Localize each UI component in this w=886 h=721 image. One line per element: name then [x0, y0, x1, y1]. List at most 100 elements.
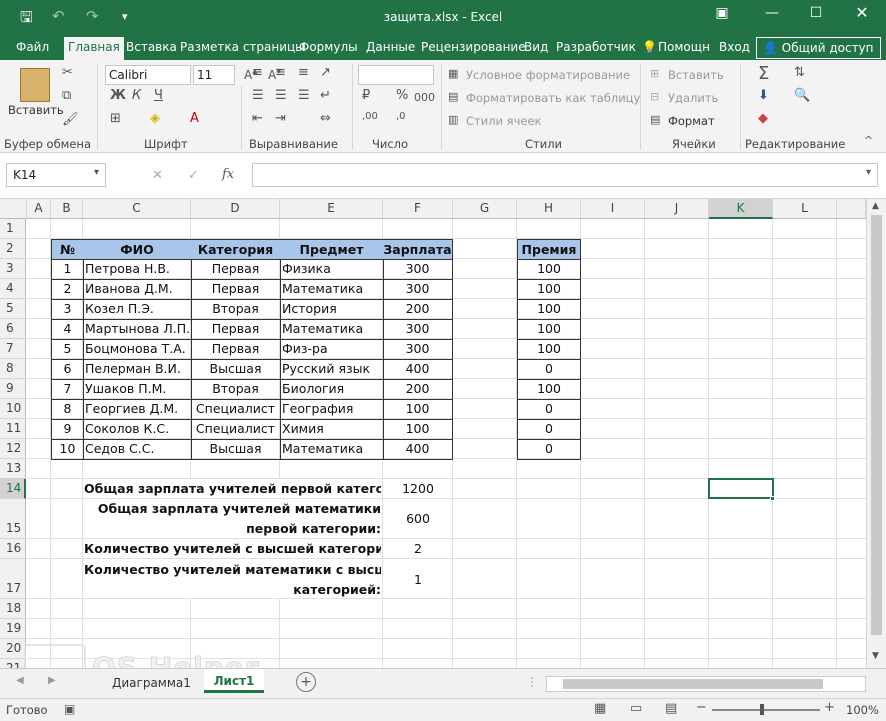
- table-cell[interactable]: 200: [383, 379, 453, 400]
- expand-formula-icon[interactable]: ▾: [866, 167, 871, 178]
- table-cell[interactable]: Георгиев Д.М.: [83, 399, 192, 420]
- row-header[interactable]: 9: [0, 379, 26, 399]
- increase-decimal-icon[interactable]: ,00: [362, 111, 378, 122]
- table-cell[interactable]: Физ-ра: [280, 339, 384, 360]
- row-header[interactable]: 8: [0, 359, 26, 379]
- row-header[interactable]: 12: [0, 439, 26, 459]
- premium-cell[interactable]: 100: [517, 259, 581, 280]
- premium-cell[interactable]: 100: [517, 279, 581, 300]
- table-cell[interactable]: Специалист: [191, 419, 281, 440]
- tab-formulas[interactable]: Формулы: [299, 40, 358, 54]
- tab-data[interactable]: Данные: [366, 40, 415, 54]
- decrease-indent-icon[interactable]: ⇤: [252, 111, 263, 126]
- tab-file[interactable]: Файл: [16, 40, 49, 54]
- column-header[interactable]: F: [383, 199, 453, 219]
- table-cell[interactable]: Математика: [280, 279, 384, 300]
- page-layout-view-icon[interactable]: ▭: [630, 701, 642, 716]
- premium-cell[interactable]: 100: [517, 299, 581, 320]
- table-cell[interactable]: Химия: [280, 419, 384, 440]
- summary-label[interactable]: категорией:: [84, 580, 381, 600]
- table-cell[interactable]: 8: [51, 399, 84, 420]
- column-header[interactable]: J: [645, 199, 709, 219]
- sheet-tab-active[interactable]: Лист1: [204, 669, 264, 693]
- italic-button[interactable]: К: [132, 88, 141, 103]
- table-cell[interactable]: 9: [51, 419, 84, 440]
- column-header[interactable]: E: [280, 199, 383, 219]
- table-cell[interactable]: Математика: [280, 319, 384, 340]
- table-cell[interactable]: География: [280, 399, 384, 420]
- name-box-dropdown-icon[interactable]: ▾: [94, 167, 99, 178]
- table-cell[interactable]: Первая: [191, 259, 281, 280]
- align-top-icon[interactable]: ≡: [252, 65, 263, 80]
- horizontal-scroll-thumb[interactable]: [563, 679, 823, 689]
- cancel-entry-icon[interactable]: ✕: [152, 168, 163, 183]
- tab-insert[interactable]: Вставка: [126, 40, 177, 54]
- table-cell[interactable]: Козел П.Э.: [83, 299, 192, 320]
- row-header[interactable]: 17: [0, 559, 26, 599]
- table-cell[interactable]: 100: [383, 419, 453, 440]
- page-break-view-icon[interactable]: ▤: [665, 701, 677, 716]
- table-cell[interactable]: Петрова Н.В.: [83, 259, 192, 280]
- table-cell[interactable]: 400: [383, 439, 453, 460]
- table-cell[interactable]: 5: [51, 339, 84, 360]
- summary-label[interactable]: Количество учителей с высшей категорией:: [84, 539, 381, 559]
- premium-cell[interactable]: 100: [517, 319, 581, 340]
- font-color-icon[interactable]: A: [190, 111, 199, 126]
- sort-filter-icon[interactable]: ⇅: [794, 65, 805, 80]
- table-header-cell[interactable]: №: [51, 239, 84, 260]
- font-size-select[interactable]: 11: [193, 65, 235, 85]
- zoom-level[interactable]: 100%: [846, 703, 879, 717]
- row-header[interactable]: 15: [0, 499, 26, 539]
- table-cell[interactable]: Биология: [280, 379, 384, 400]
- formula-input[interactable]: [252, 163, 878, 187]
- conditional-format-button[interactable]: Условное форматирование: [466, 68, 630, 82]
- table-cell[interactable]: 300: [383, 259, 453, 280]
- bold-button[interactable]: Ж: [110, 88, 126, 103]
- tab-tell-me[interactable]: Помощн: [658, 40, 710, 54]
- cell-styles-button[interactable]: Стили ячеек: [466, 114, 542, 128]
- summary-label[interactable]: Количество учителей математики с высшей: [84, 560, 381, 580]
- row-header[interactable]: 10: [0, 399, 26, 419]
- format-cells-button[interactable]: Формат: [668, 114, 715, 128]
- horizontal-scrollbar[interactable]: [546, 676, 866, 692]
- table-cell[interactable]: Математика: [280, 439, 384, 460]
- select-all-corner[interactable]: [0, 199, 27, 219]
- normal-view-icon[interactable]: ▦: [594, 701, 606, 716]
- tab-developer[interactable]: Разработчик: [556, 40, 636, 54]
- table-cell[interactable]: Первая: [191, 279, 281, 300]
- summary-value[interactable]: 2: [383, 539, 453, 559]
- format-painter-icon[interactable]: 🖌: [62, 112, 79, 127]
- table-cell[interactable]: Пелерман В.И.: [83, 359, 192, 380]
- insert-function-button[interactable]: fx: [222, 167, 234, 182]
- table-header-cell[interactable]: Предмет: [280, 239, 384, 260]
- share-button[interactable]: 👤 Общий доступ: [756, 37, 881, 59]
- summary-value[interactable]: 1: [383, 570, 453, 590]
- table-cell[interactable]: 10: [51, 439, 84, 460]
- column-header[interactable]: H: [517, 199, 581, 219]
- tab-view[interactable]: Вид: [524, 40, 548, 54]
- premium-header-cell[interactable]: Премия: [517, 239, 581, 260]
- column-header[interactable]: I: [581, 199, 645, 219]
- row-header[interactable]: 5: [0, 299, 26, 319]
- merge-center-icon[interactable]: ⇔: [320, 111, 331, 126]
- table-cell[interactable]: Вторая: [191, 299, 281, 320]
- active-cell-cursor[interactable]: [708, 478, 774, 499]
- table-cell[interactable]: 100: [383, 399, 453, 420]
- maximize-icon[interactable]: ☐: [798, 5, 834, 21]
- table-cell[interactable]: Седов С.С.: [83, 439, 192, 460]
- row-header[interactable]: 18: [0, 599, 26, 619]
- row-header[interactable]: 6: [0, 319, 26, 339]
- vertical-scroll-thumb[interactable]: [871, 215, 882, 635]
- table-cell[interactable]: 3: [51, 299, 84, 320]
- row-header[interactable]: 16: [0, 539, 26, 559]
- paste-button[interactable]: Вставить: [8, 103, 64, 117]
- column-header[interactable]: L: [773, 199, 837, 219]
- row-header[interactable]: 20: [0, 639, 26, 659]
- table-cell[interactable]: Высшая: [191, 439, 281, 460]
- fill-color-icon[interactable]: ◈: [150, 111, 160, 126]
- table-cell[interactable]: Ушаков П.М.: [83, 379, 192, 400]
- wrap-text-icon[interactable]: ↵: [320, 88, 331, 103]
- table-cell[interactable]: Физика: [280, 259, 384, 280]
- decrease-decimal-icon[interactable]: ,0: [396, 111, 406, 122]
- premium-cell[interactable]: 100: [517, 339, 581, 360]
